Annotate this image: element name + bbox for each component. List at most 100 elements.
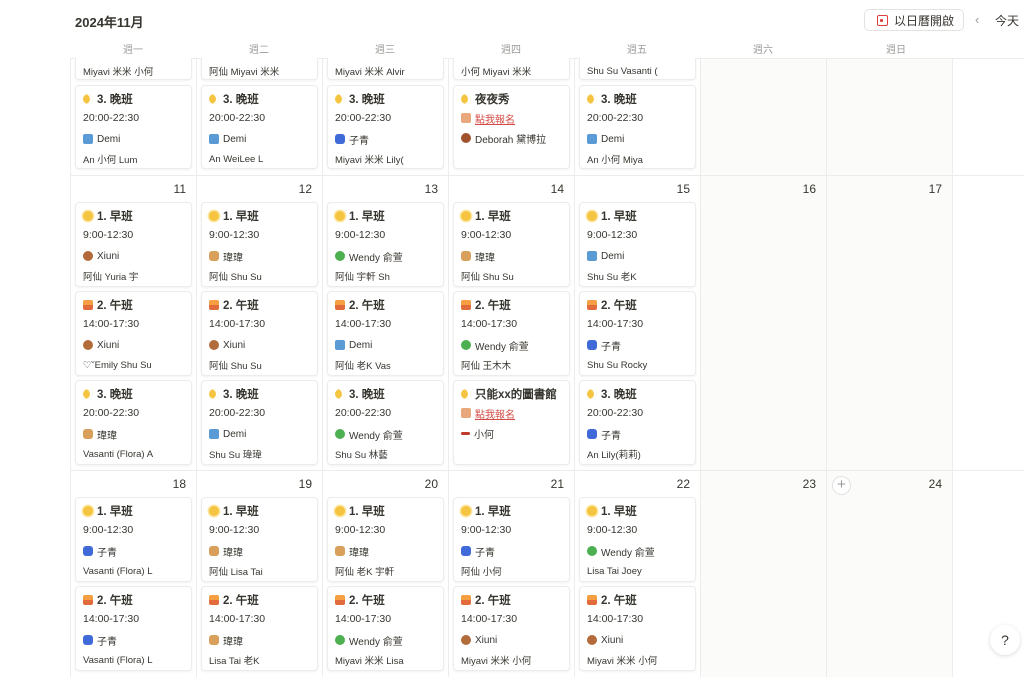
shift-card[interactable]: 1. 早班 9:00-12:30 Wendy 俞萱 Lisa Tai Joey	[579, 497, 696, 582]
shift-title: 1. 早班	[83, 501, 185, 520]
weekend-column-bg	[826, 58, 952, 677]
shift-title-text: 2. 午班	[349, 299, 385, 312]
prev-month-button[interactable]: ‹	[975, 12, 979, 27]
shift-card[interactable]: 1. 早班 9:00-12:30 子青 Vasanti (Flora) L	[75, 497, 192, 582]
shift-card[interactable]: 1. 早班 9:00-12:30 瑋瑋 阿仙 Shu Su	[453, 202, 570, 287]
calendar-icon	[877, 14, 888, 26]
shift-people: Lisa Tai 老K	[209, 656, 260, 667]
day-number: 24	[928, 477, 942, 491]
shift-time: 14:00-17:30	[209, 613, 266, 625]
shift-people: Vasanti (Flora) L	[83, 654, 153, 666]
shift-people: Shu Su 瑋瑋	[209, 450, 262, 461]
day-number: 19	[298, 477, 312, 491]
bread-icon	[209, 251, 219, 261]
shift-card[interactable]: 2. 午班 14:00-17:30 Demi 阿仙 老K Vas	[327, 291, 444, 376]
grid-hline	[70, 175, 1024, 176]
shift-card[interactable]: 2. 午班 14:00-17:30 Xiuni Miyavi 米米 小何	[579, 586, 696, 671]
shift-card[interactable]: 1. 早班 9:00-12:30 瑋瑋 阿仙 老K 宇軒	[327, 497, 444, 582]
day-number: 11	[173, 182, 186, 196]
shift-card[interactable]: 1. 早班 9:00-12:30 子青 阿仙 小何	[453, 497, 570, 582]
shift-lead-name: Xiuni	[475, 634, 498, 646]
shift-card[interactable]: 1. 早班 9:00-12:30 Xiuni 阿仙 Yuria 宇	[75, 202, 192, 287]
open-in-calendar-button[interactable]: 以日曆開啟	[864, 9, 964, 31]
shift-title: 1. 早班	[335, 206, 437, 225]
shift-card[interactable]: 3. 晚班 20:00-22:30 Wendy 俞萱 Shu Su 林藝	[327, 380, 444, 465]
plane-icon	[587, 134, 597, 144]
shift-title-text: 2. 午班	[475, 594, 511, 607]
shift-title: 3. 晚班	[209, 89, 311, 108]
shift-card[interactable]: 2. 午班 14:00-17:30 瑋瑋 Lisa Tai 老K	[201, 586, 318, 671]
shift-card[interactable]: 3. 晚班 20:00-22:30 Demi An 小何 Miya	[579, 85, 696, 169]
shift-lead-name: 子青	[475, 547, 495, 559]
signup-link[interactable]: 點我報名	[461, 403, 563, 423]
shift-lead-name: Demi	[349, 339, 373, 351]
shift-card[interactable]: 3. 晚班 20:00-22:30 子青 An Lily(莉莉)	[579, 380, 696, 465]
leaf-icon	[335, 429, 345, 439]
moon-icon	[461, 93, 471, 104]
weekday-header: 週一 週二 週三 週四 週五 週六 週日	[70, 38, 1024, 58]
shift-title-text: 2. 午班	[475, 299, 511, 312]
shift-people: Shu Su Rocky	[587, 359, 648, 371]
grid-vline	[70, 58, 71, 677]
shift-time: 14:00-17:30	[587, 613, 644, 625]
today-button[interactable]: 今天	[995, 12, 1019, 29]
overflow-people-row: Miyavi 米米 Alvir	[327, 58, 444, 80]
shift-lead-name: 子青	[97, 547, 117, 559]
shift-lead-name: 子青	[601, 430, 621, 442]
overflow-people: 阿仙 Miyavi 米米	[209, 67, 280, 78]
shift-card[interactable]: 夜夜秀 點我報名 Deborah 黛博拉	[453, 85, 570, 169]
hand-icon	[83, 635, 93, 645]
shift-lead-name: Xiuni	[223, 339, 246, 351]
shift-card[interactable]: 1. 早班 9:00-12:30 Demi Shu Su 老K	[579, 202, 696, 287]
shift-card[interactable]: 2. 午班 14:00-17:30 Xiuni Miyavi 米米 小何	[453, 586, 570, 671]
shift-card[interactable]: 只能xx的圖書館點我報名 小何	[453, 380, 570, 465]
open-in-calendar-label: 以日曆開啟	[894, 13, 955, 28]
shift-card[interactable]: 2. 午班 14:00-17:30 Xiuni ♡˘Emily Shu Su	[75, 291, 192, 376]
weekday-sun: 週日	[886, 45, 906, 56]
help-icon[interactable]: ?	[990, 625, 1020, 655]
leaf-icon	[461, 340, 471, 350]
shift-title: 3. 晚班	[587, 89, 689, 108]
shift-card[interactable]: 3. 晚班 20:00-22:30 Demi An 小何 Lum	[75, 85, 192, 169]
shift-people: An WeiLee L	[209, 153, 264, 165]
shift-lead: 小何	[461, 423, 563, 443]
shift-card[interactable]: 1. 早班 9:00-12:30 Wendy 俞萱 阿仙 宇軒 Sh	[327, 202, 444, 287]
shift-title: 1. 早班	[83, 206, 185, 225]
shift-card[interactable]: 2. 午班 14:00-17:30 子青 Shu Su Rocky	[579, 291, 696, 376]
shift-lead: 瑋瑋	[209, 630, 311, 650]
add-event-button[interactable]: +	[832, 476, 851, 495]
shift-card[interactable]: 3. 晚班 20:00-22:30 Demi Shu Su 瑋瑋	[201, 380, 318, 465]
sun-icon	[461, 210, 471, 221]
shift-lead-name: 瑋瑋	[97, 430, 117, 442]
shift-title: 3. 晚班	[587, 384, 689, 403]
grid-vline	[574, 58, 575, 677]
shift-card[interactable]: 3. 晚班 20:00-22:30 子青 Miyavi 米米 Lily(	[327, 85, 444, 169]
shift-time: 14:00-17:30	[461, 318, 518, 330]
moon-icon	[335, 93, 345, 104]
squirrel-icon	[83, 251, 93, 261]
signup-text: 點我報名	[475, 114, 515, 126]
shift-lead-name: 子青	[601, 341, 621, 353]
leaf-icon	[335, 635, 345, 645]
shift-title-text: 只能xx的圖書館	[475, 388, 557, 401]
shift-title-text: 1. 早班	[475, 505, 511, 518]
shift-card[interactable]: 2. 午班 14:00-17:30 Wendy 俞萱 Miyavi 米米 Lisa	[327, 586, 444, 671]
shift-title-text: 1. 早班	[349, 505, 385, 518]
overflow-people-row: 阿仙 Miyavi 米米	[201, 58, 318, 80]
shift-card[interactable]: 2. 午班 14:00-17:30 Wendy 俞萱 阿仙 王木木	[453, 291, 570, 376]
shift-people: 阿仙 王木木	[461, 361, 512, 372]
shift-card[interactable]: 3. 晚班 20:00-22:30 瑋瑋 Vasanti (Flora) A	[75, 380, 192, 465]
shift-card[interactable]: 3. 晚班 20:00-22:30 Demi An WeiLee L	[201, 85, 318, 169]
day-number: 22	[676, 477, 690, 491]
shift-lead: 子青	[461, 541, 563, 561]
shift-lead: Wendy 俞萱	[335, 246, 437, 266]
shift-card[interactable]: 1. 早班 9:00-12:30 瑋瑋 阿仙 Lisa Tai	[201, 497, 318, 582]
shift-title-text: 1. 早班	[97, 210, 133, 223]
shift-card[interactable]: 2. 午班 14:00-17:30 Xiuni 阿仙 Shu Su	[201, 291, 318, 376]
shift-lead: 瑋瑋	[209, 541, 311, 561]
shift-lead: 瑋瑋	[461, 246, 563, 266]
signup-link[interactable]: 點我報名	[461, 108, 563, 128]
day-number: 17	[928, 182, 942, 196]
shift-card[interactable]: 2. 午班 14:00-17:30 子青 Vasanti (Flora) L	[75, 586, 192, 671]
shift-card[interactable]: 1. 早班 9:00-12:30 瑋瑋 阿仙 Shu Su	[201, 202, 318, 287]
